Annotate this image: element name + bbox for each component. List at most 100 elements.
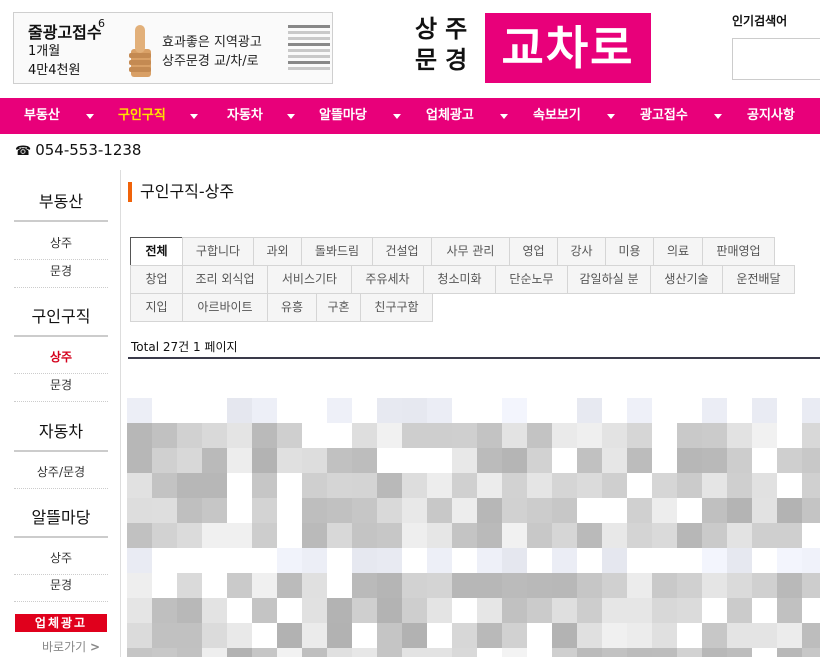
sidebar-title-market[interactable]: 알뜰마당 bbox=[14, 504, 108, 538]
sidebar-item-jobs-sangju[interactable]: 상주 bbox=[14, 348, 108, 374]
tab-category[interactable]: 영업 bbox=[509, 237, 558, 266]
blurred-pixel bbox=[802, 473, 820, 498]
line-ad-banner[interactable]: 6 줄광고접수 1개월 4만4천원 효과좋은 지역광고 상주문경 교/차/로 bbox=[13, 12, 333, 84]
blurred-pixel bbox=[777, 548, 802, 573]
blurred-pixel bbox=[202, 473, 227, 498]
blurred-pixel bbox=[277, 648, 302, 657]
blurred-pixel bbox=[652, 598, 677, 623]
blurred-pixel bbox=[377, 573, 402, 598]
blurred-pixel bbox=[652, 648, 677, 657]
blurred-pixel bbox=[677, 598, 702, 623]
tab-all[interactable]: 전체 bbox=[130, 237, 183, 266]
blurred-pixel bbox=[202, 598, 227, 623]
blurred-pixel bbox=[352, 573, 377, 598]
tab-category[interactable]: 창업 bbox=[130, 265, 183, 294]
blurred-pixel bbox=[627, 398, 652, 423]
blurred-pixel bbox=[727, 498, 752, 523]
tab-category[interactable]: 지입 bbox=[130, 293, 183, 322]
nav-item-jobs[interactable]: 구인구직 bbox=[118, 98, 166, 134]
blurred-pixel bbox=[277, 573, 302, 598]
blurred-pixel bbox=[752, 523, 777, 548]
tab-category[interactable]: 과외 bbox=[253, 237, 302, 266]
blurred-pixel bbox=[477, 598, 502, 623]
sidebar-title-cars[interactable]: 자동차 bbox=[14, 418, 108, 452]
sidebar-title-jobs[interactable]: 구인구직 bbox=[14, 303, 108, 337]
business-ads-button[interactable]: 업체광고 bbox=[15, 614, 107, 632]
tab-category[interactable]: 단순노무 bbox=[495, 265, 568, 294]
blurred-pixel bbox=[302, 573, 327, 598]
tab-category[interactable]: 돌봐드림 bbox=[301, 237, 373, 266]
tab-category[interactable]: 사무 관리 bbox=[431, 237, 510, 266]
blurred-pixel bbox=[452, 448, 477, 473]
tab-category[interactable]: 유흥 bbox=[267, 293, 317, 322]
blurred-pixel bbox=[677, 473, 702, 498]
ad-slogan-line2: 상주문경 교/차/로 bbox=[162, 54, 259, 69]
nav-item-ad-submit[interactable]: 광고접수 bbox=[640, 98, 688, 134]
blurred-pixel bbox=[477, 523, 502, 548]
sidebar-title-realestate[interactable]: 부동산 bbox=[14, 188, 108, 222]
blurred-pixel bbox=[352, 473, 377, 498]
blurred-pixel bbox=[527, 573, 552, 598]
nav-item-cars[interactable]: 자동차 bbox=[227, 98, 263, 134]
nav-item-market[interactable]: 알뜰마당 bbox=[319, 98, 367, 134]
blurred-pixel bbox=[502, 498, 527, 523]
blurred-pixel bbox=[577, 523, 602, 548]
nav-item-realestate[interactable]: 부동산 bbox=[24, 98, 60, 134]
blurred-pixel bbox=[427, 473, 452, 498]
blurred-pixel bbox=[727, 473, 752, 498]
sidebar-item-realestate-sangju[interactable]: 상주 bbox=[14, 234, 108, 260]
tab-category[interactable]: 생산기술 bbox=[650, 265, 723, 294]
nav-item-business-ads[interactable]: 업체광고 bbox=[426, 98, 474, 134]
blurred-pixel bbox=[802, 548, 820, 573]
tab-category[interactable]: 강사 bbox=[557, 237, 606, 266]
blurred-pixel bbox=[452, 623, 477, 648]
blurred-pixel bbox=[152, 523, 177, 548]
blurred-pixel bbox=[127, 498, 152, 523]
tab-category[interactable]: 조리 외식업 bbox=[182, 265, 268, 294]
sidebar-item-realestate-mungyeong[interactable]: 문경 bbox=[14, 262, 108, 288]
blurred-pixel bbox=[577, 423, 602, 448]
tab-category[interactable]: 청소미화 bbox=[423, 265, 496, 294]
tab-category[interactable]: 친구구함 bbox=[360, 293, 433, 322]
tab-category[interactable]: 의료 bbox=[653, 237, 703, 266]
blurred-pixel bbox=[152, 448, 177, 473]
tab-category[interactable]: 서비스기타 bbox=[267, 265, 352, 294]
logo-region-top: 상주 bbox=[415, 15, 476, 43]
thumbs-up-icon bbox=[129, 25, 151, 77]
blurred-pixel bbox=[752, 473, 777, 498]
blurred-pixel bbox=[802, 398, 820, 423]
tab-category[interactable]: 주유세차 bbox=[351, 265, 424, 294]
business-ads-link[interactable]: 바로가기 > bbox=[42, 638, 100, 655]
blurred-pixel bbox=[727, 648, 752, 657]
tab-category[interactable]: 구합니다 bbox=[182, 237, 254, 266]
nav-item-notice[interactable]: 공지사항 bbox=[747, 98, 795, 134]
sidebar-item-cars-sangju-mungyeong[interactable]: 상주/문경 bbox=[14, 463, 108, 489]
blurred-pixel bbox=[227, 448, 252, 473]
blurred-pixel bbox=[327, 623, 352, 648]
tab-category[interactable]: 건설업 bbox=[372, 237, 432, 266]
search-input[interactable] bbox=[732, 38, 820, 80]
logo-brand[interactable]: 교차로 bbox=[485, 13, 651, 83]
blurred-pixel bbox=[702, 448, 727, 473]
tab-category[interactable]: 감일하실 분 bbox=[567, 265, 651, 294]
logo-region[interactable]: 상주 문경 bbox=[415, 14, 475, 76]
sidebar-item-jobs-mungyeong[interactable]: 문경 bbox=[14, 376, 108, 402]
tab-category[interactable]: 운전배달 bbox=[722, 265, 795, 294]
blurred-pixel bbox=[752, 398, 777, 423]
tab-category[interactable]: 미용 bbox=[605, 237, 654, 266]
blurred-pixel bbox=[127, 623, 152, 648]
blurred-pixel bbox=[427, 598, 452, 623]
blurred-pixel bbox=[627, 498, 652, 523]
blurred-pixel bbox=[377, 523, 402, 548]
blurred-pixel bbox=[477, 623, 502, 648]
sidebar-item-market-sangju[interactable]: 상주 bbox=[14, 549, 108, 575]
tab-category[interactable]: 판매영업 bbox=[702, 237, 775, 266]
blurred-pixel bbox=[252, 573, 277, 598]
tab-category[interactable]: 구혼 bbox=[316, 293, 361, 322]
nav-item-breaking[interactable]: 속보보기 bbox=[533, 98, 581, 134]
blurred-pixel bbox=[502, 423, 527, 448]
blurred-pixel bbox=[202, 498, 227, 523]
hot-keywords-label: 인기검색어 bbox=[732, 14, 788, 28]
tab-category[interactable]: 아르바이트 bbox=[182, 293, 268, 322]
sidebar-item-market-mungyeong[interactable]: 문경 bbox=[14, 576, 108, 602]
